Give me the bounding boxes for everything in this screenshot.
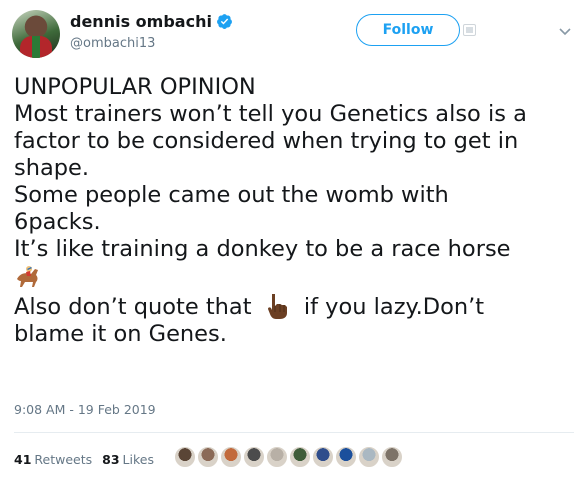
- tweet-stats: 41 Retweets 83 Likes: [14, 452, 154, 467]
- pointing-hand-emoji-icon: [267, 294, 287, 319]
- tweet-header: dennis ombachi @ombachi13 Follow: [0, 0, 584, 70]
- follow-button-label: Follow: [382, 22, 434, 38]
- tweet-line: It’s like training a donkey to be a race…: [14, 236, 511, 262]
- follow-button[interactable]: Follow: [356, 14, 460, 46]
- tweet-line: factor to be considered when trying to g…: [14, 128, 519, 154]
- liker-avatar[interactable]: [266, 446, 288, 468]
- liker-avatar[interactable]: [335, 446, 357, 468]
- quote-line: Also don’t quote that if you lazy.Don’t: [14, 292, 574, 321]
- tweet-text: UNPOPULAR OPINION Most trainers won’t te…: [14, 74, 574, 348]
- liker-avatar[interactable]: [220, 446, 242, 468]
- liker-avatar[interactable]: [289, 446, 311, 468]
- retweets-count[interactable]: 41: [14, 452, 31, 467]
- retweets-label[interactable]: Retweets: [34, 452, 92, 467]
- divider: [14, 432, 574, 433]
- name-row[interactable]: dennis ombachi: [70, 12, 233, 31]
- tweet-line: 6packs.: [14, 209, 101, 235]
- verified-badge-icon: [216, 14, 232, 29]
- avatar[interactable]: [12, 10, 60, 58]
- liker-avatar[interactable]: [381, 446, 403, 468]
- tweet-line: Some people came out the womb with: [14, 182, 449, 208]
- liker-avatar[interactable]: [197, 446, 219, 468]
- user-handle[interactable]: @ombachi13: [70, 36, 155, 51]
- quote-text-before: Also don’t quote that: [14, 294, 252, 320]
- likers-avatars: [174, 446, 404, 468]
- follow-options-icon[interactable]: [463, 24, 476, 36]
- liker-avatar[interactable]: [312, 446, 334, 468]
- display-name[interactable]: dennis ombachi: [70, 12, 212, 31]
- emoji-line: [14, 263, 574, 292]
- tweet-line: blame it on Genes.: [14, 321, 227, 347]
- liker-avatar[interactable]: [243, 446, 265, 468]
- likes-label[interactable]: Likes: [123, 452, 154, 467]
- quote-text-after: if you lazy.Don’t: [303, 294, 485, 320]
- liker-avatar[interactable]: [358, 446, 380, 468]
- tweet-line: shape.: [14, 155, 90, 181]
- tweet-line: UNPOPULAR OPINION: [14, 74, 256, 100]
- liker-avatar[interactable]: [174, 446, 196, 468]
- tweet-timestamp[interactable]: 9:08 AM - 19 Feb 2019: [14, 402, 156, 417]
- chevron-down-icon[interactable]: [558, 24, 572, 38]
- horse-racing-emoji-icon: [17, 266, 38, 287]
- tweet-line: Most trainers won’t tell you Genetics al…: [14, 101, 527, 127]
- likes-count[interactable]: 83: [102, 452, 119, 467]
